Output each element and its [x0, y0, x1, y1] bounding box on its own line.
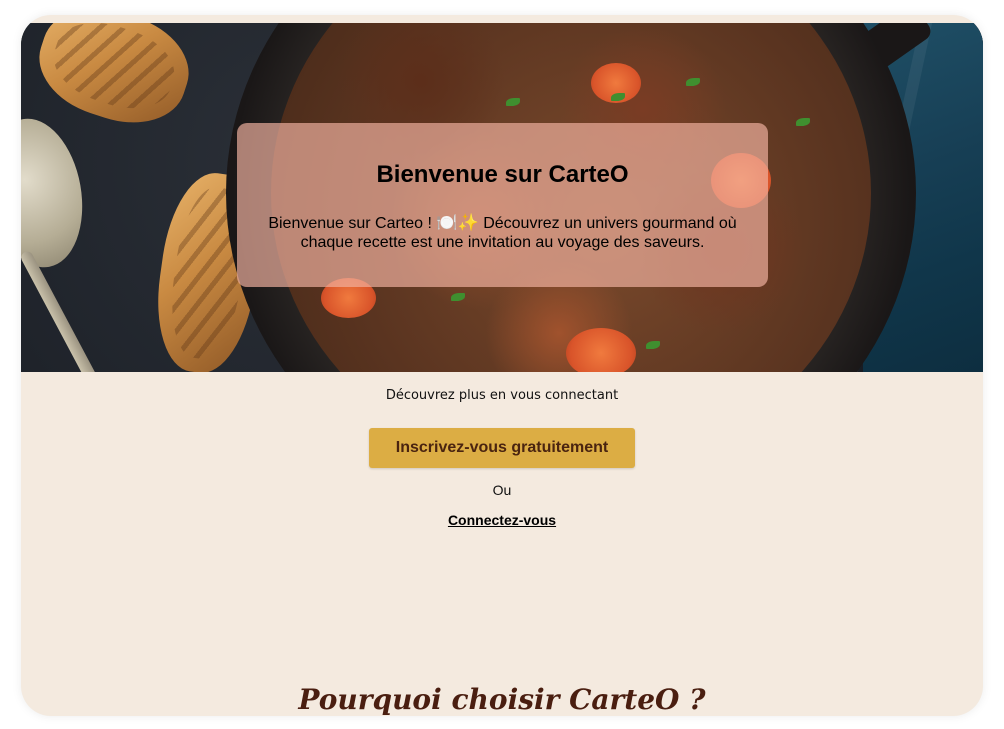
- signup-button[interactable]: Inscrivez-vous gratuitement: [369, 428, 635, 468]
- section-title: Pourquoi choisir CarteO ?: [298, 683, 706, 716]
- login-prompt: Découvrez plus en vous connectant: [385, 388, 619, 403]
- hero-banner: Bienvenue sur CarteO Bienvenue sur Carte…: [21, 23, 983, 372]
- welcome-title: Bienvenue sur CarteO: [376, 161, 629, 188]
- carrot-piece: [566, 328, 636, 372]
- welcome-text-start: Bienvenue sur Carteo !: [268, 215, 437, 232]
- welcome-text: Bienvenue sur Carteo ! 🍽️✨ Découvrez un …: [251, 214, 754, 252]
- sparkles-icon: ✨: [457, 213, 479, 233]
- plate-icon: 🍽️: [436, 213, 458, 233]
- page-frame: Bienvenue sur CarteO Bienvenue sur Carte…: [21, 15, 983, 716]
- login-link[interactable]: Connectez-vous: [21, 512, 983, 528]
- welcome-card: Bienvenue sur CarteO Bienvenue sur Carte…: [237, 123, 768, 287]
- or-separator: Ou: [492, 482, 512, 498]
